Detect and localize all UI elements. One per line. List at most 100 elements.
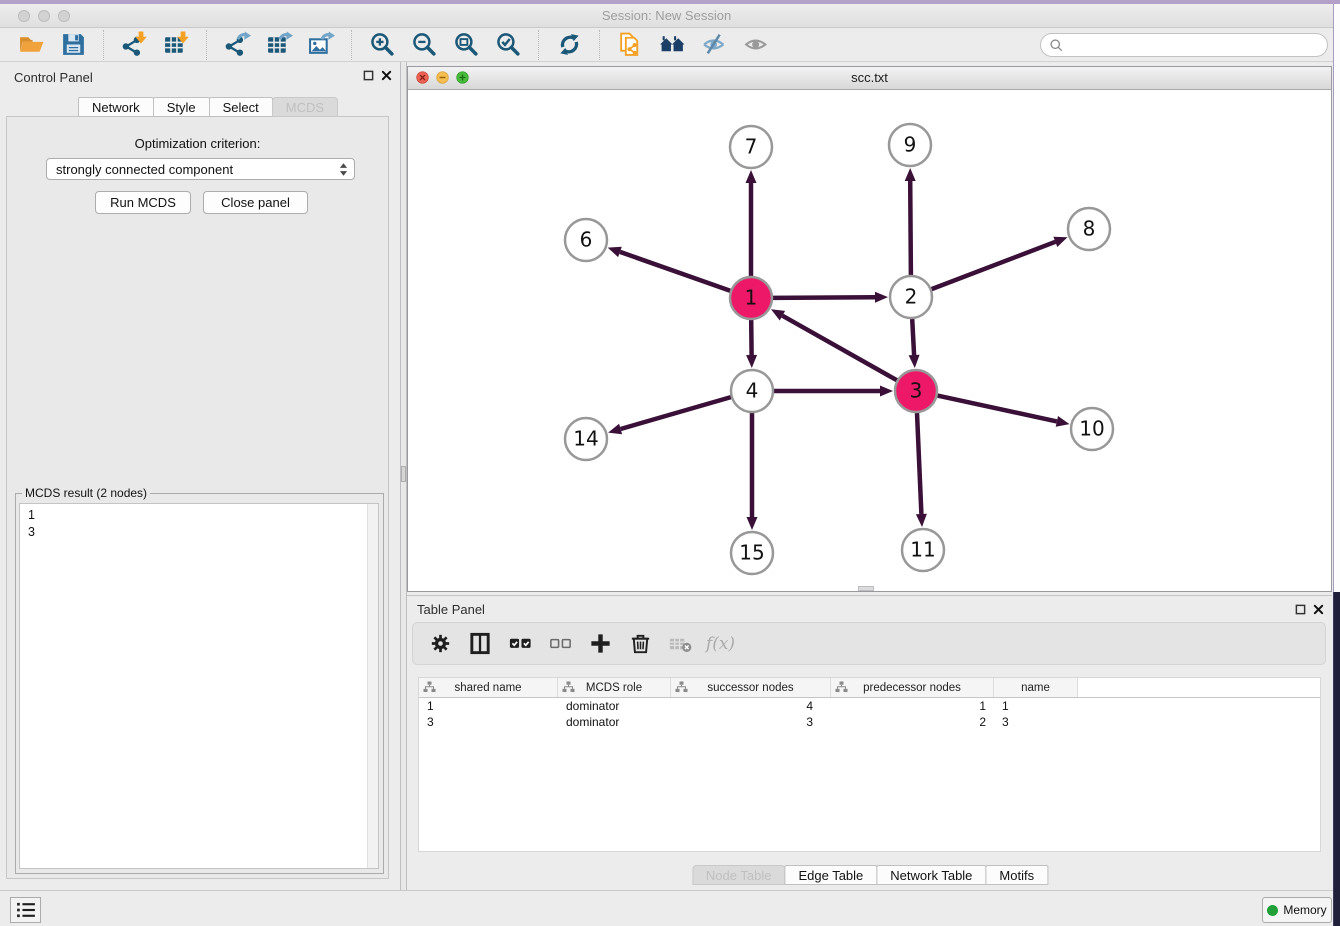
graph-node-2[interactable]: 2 — [890, 276, 932, 318]
optimization-criterion-label: Optimization criterion: — [7, 136, 388, 151]
criterion-value: strongly connected component — [56, 162, 339, 177]
column-header-successor-nodes[interactable]: successor nodes — [671, 678, 831, 697]
save-icon[interactable] — [58, 30, 88, 60]
result-scrollbar[interactable] — [367, 504, 378, 868]
export-table-icon[interactable] — [264, 30, 294, 60]
splitter-grip[interactable] — [401, 466, 406, 482]
column-header-MCDS-role[interactable]: MCDS role — [558, 678, 671, 697]
minimize-view-button[interactable] — [436, 71, 449, 84]
toolbar-separator — [538, 30, 539, 60]
control-panel-title: Control Panel — [14, 70, 93, 85]
tree-icon — [423, 681, 436, 696]
add-icon[interactable] — [587, 630, 614, 657]
table-body: 1dominator4113dominator323 — [419, 698, 1320, 730]
columns-icon[interactable] — [467, 630, 494, 657]
graph-node-4[interactable]: 4 — [731, 370, 773, 412]
deselect-all-icon[interactable] — [547, 630, 574, 657]
graph-node-14[interactable]: 14 — [565, 418, 607, 460]
graph-node-6[interactable]: 6 — [565, 219, 607, 261]
mcds-result-lines: 13 — [20, 504, 378, 544]
search-input[interactable] — [1064, 38, 1319, 52]
tab-style[interactable]: Style — [153, 97, 210, 117]
cell-shared-name: 1 — [419, 698, 558, 714]
cell-successor-nodes: 4 — [671, 698, 831, 714]
select-all-icon[interactable] — [507, 630, 534, 657]
maximize-view-button[interactable] — [456, 71, 469, 84]
graph-node-7[interactable]: 7 — [730, 126, 772, 168]
control-panel-controls — [363, 70, 392, 81]
graph-node-3[interactable]: 3 — [895, 370, 937, 412]
column-header-shared-name[interactable]: shared name — [419, 678, 558, 697]
tab-mcds[interactable]: MCDS — [272, 97, 338, 117]
delete-table-icon — [667, 630, 694, 657]
close-panel-icon[interactable] — [381, 70, 392, 81]
tree-icon — [835, 681, 848, 696]
zoom-out-icon[interactable] — [409, 30, 439, 60]
delete-icon[interactable] — [627, 630, 654, 657]
cell-predecessor-nodes: 2 — [831, 714, 994, 730]
horizontal-splitter-grip[interactable] — [858, 586, 874, 591]
tab-network-table[interactable]: Network Table — [876, 865, 986, 885]
gear-icon[interactable] — [427, 630, 454, 657]
run-mcds-button[interactable]: Run MCDS — [95, 191, 191, 214]
vertical-splitter[interactable] — [400, 62, 407, 890]
tab-motifs[interactable]: Motifs — [985, 865, 1048, 885]
table-panel-controls — [1295, 604, 1324, 615]
network-canvas[interactable]: 7 9 6 8 1 2 4 3 14 10 15 11 — [408, 90, 1331, 591]
search-box — [1040, 33, 1328, 57]
close-table-panel-icon[interactable] — [1313, 604, 1324, 615]
desktop-background-top — [1333, 4, 1340, 592]
eye-icon[interactable] — [741, 30, 771, 60]
eye-hidden-icon[interactable] — [699, 30, 729, 60]
tab-network[interactable]: Network — [78, 97, 154, 117]
graph-node-10[interactable]: 10 — [1071, 408, 1113, 450]
copy-document-icon[interactable] — [615, 30, 645, 60]
open-folder-icon[interactable] — [16, 30, 46, 60]
zoom-selected-icon[interactable] — [493, 30, 523, 60]
toolbar-separator — [599, 30, 600, 60]
float-panel-icon[interactable] — [363, 70, 374, 81]
control-panel-tabs: NetworkStyleSelectMCDS — [78, 97, 337, 117]
graph-node-1[interactable]: 1 — [730, 277, 772, 319]
cell-shared-name: 3 — [419, 714, 558, 730]
tab-select[interactable]: Select — [209, 97, 273, 117]
svg-text:11: 11 — [910, 538, 935, 562]
column-header-predecessor-nodes[interactable]: predecessor nodes — [831, 678, 994, 697]
graph-node-8[interactable]: 8 — [1068, 208, 1110, 250]
cell-MCDS-role: dominator — [558, 698, 671, 714]
mcds-result-text[interactable]: 13 — [19, 503, 379, 869]
tab-edge-table[interactable]: Edge Table — [784, 865, 877, 885]
function-icon: f(x) — [707, 630, 734, 657]
column-header-name[interactable]: name — [994, 678, 1078, 697]
graph-node-15[interactable]: 15 — [731, 532, 773, 574]
network-view-title: scc.txt — [408, 67, 1331, 89]
svg-text:4: 4 — [746, 379, 759, 403]
import-table-icon[interactable] — [161, 30, 191, 60]
import-network-icon[interactable] — [119, 30, 149, 60]
close-view-button[interactable] — [416, 71, 429, 84]
optimization-criterion-select[interactable]: strongly connected component — [46, 158, 355, 180]
export-network-icon[interactable] — [222, 30, 252, 60]
status-bar: Memory — [0, 890, 1333, 926]
graph-node-11[interactable]: 11 — [902, 529, 944, 571]
tab-node-table[interactable]: Node Table — [692, 865, 786, 885]
svg-text:10: 10 — [1079, 417, 1104, 441]
memory-button[interactable]: Memory — [1262, 897, 1332, 923]
table-row[interactable]: 1dominator411 — [419, 698, 1320, 714]
graph-node-9[interactable]: 9 — [889, 124, 931, 166]
refresh-icon[interactable] — [554, 30, 584, 60]
tree-icon — [675, 681, 688, 696]
svg-text:9: 9 — [904, 133, 917, 157]
zoom-fit-icon[interactable] — [451, 30, 481, 60]
close-panel-button[interactable]: Close panel — [203, 191, 308, 214]
float-table-panel-icon[interactable] — [1295, 604, 1306, 615]
table-row[interactable]: 3dominator323 — [419, 714, 1320, 730]
export-image-icon[interactable] — [306, 30, 336, 60]
home-icon[interactable] — [657, 30, 687, 60]
table-toolbar: f(x) — [412, 622, 1326, 665]
task-list-button[interactable] — [10, 897, 41, 923]
zoom-in-icon[interactable] — [367, 30, 397, 60]
graph-edges — [608, 168, 1070, 530]
svg-text:7: 7 — [745, 135, 758, 159]
result-line: 1 — [28, 507, 370, 524]
